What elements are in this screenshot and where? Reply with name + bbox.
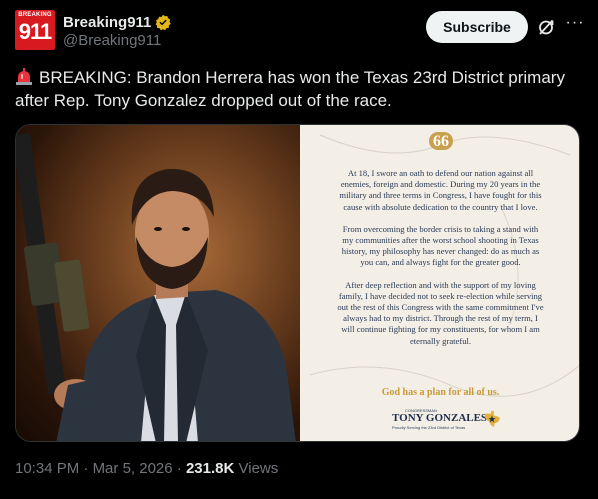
tweet-body: BREAKING: Brandon Herrera has won the Te… [15, 68, 565, 110]
texas-star-icon [484, 410, 501, 428]
letter-body: At 18, I swore an oath to defend our nat… [300, 168, 579, 358]
letter-line: my communities after the worst school sh… [342, 235, 539, 246]
siren-emoji-icon [16, 68, 32, 85]
letter-line: always had to my district. Through the r… [343, 313, 538, 324]
signature-name: TONY GONZALES [392, 412, 488, 424]
grok-icon[interactable] [536, 17, 556, 37]
tweet-header: BREAKING 911 Breaking911 @Breaking911 Su… [15, 10, 585, 50]
subscribe-button[interactable]: Subscribe [426, 11, 528, 43]
letter-line: At 18, I swore an oath to defend our nat… [347, 168, 534, 178]
statement-letter[interactable]: 66 At 18, I swore an oath to defend our … [300, 125, 579, 441]
handle[interactable]: @Breaking911 [63, 32, 161, 49]
letter-line: you can, and always fight for the greate… [360, 257, 521, 268]
letter-line: history, my philosophy has never changed… [341, 246, 540, 257]
letter-paragraph: At 18, I swore an oath to defend our nat… [300, 168, 579, 213]
views-label: Views [238, 460, 279, 477]
verified-badge-icon[interactable] [155, 14, 172, 30]
display-name[interactable]: Breaking911 [63, 14, 151, 31]
avatar-big-text: 911 [18, 19, 53, 44]
tweet-media[interactable]: 66 At 18, I swore an oath to defend our … [15, 124, 580, 442]
more-options-icon[interactable]: ··· [565, 15, 585, 36]
meta-separator: · [176, 460, 182, 477]
letter-line: From overcoming the border crisis to tak… [342, 223, 539, 234]
quote-icon: 66 [429, 132, 453, 150]
letter-line: enemies, foreign and domestic. During my… [340, 179, 541, 190]
tweet-text: BREAKING: Brandon Herrera has won the Te… [15, 66, 585, 112]
letter-motto: God has a plan for all of us. [381, 387, 500, 398]
signature-subtitle: Proudly Serving the 23rd District of Tex… [392, 425, 466, 430]
letter-line: out the rest of this Congress with the s… [337, 302, 544, 313]
meta-separator: · [83, 460, 89, 477]
letter-paragraph: After deep reflection and with the suppo… [300, 279, 579, 347]
candidate-photo-illustration [16, 133, 296, 441]
letter-paragraph: From overcoming the border crisis to tak… [300, 223, 579, 269]
tweet-meta: 10:34 PM · Mar 5, 2026 · 231.8K Views [15, 460, 278, 477]
views-count[interactable]: 231.8K [186, 460, 234, 477]
letter-line: After deep reflection and with the suppo… [345, 279, 536, 290]
avatar[interactable]: BREAKING 911 [15, 10, 55, 50]
letter-line: military and three terms in Congress, I … [339, 190, 542, 201]
letter-line: family, I have decided not to seek re-el… [338, 290, 543, 301]
avatar-small-text: BREAKING [18, 12, 52, 18]
letter-line: will continue fighting for my constituen… [341, 324, 540, 335]
candidate-photo[interactable] [16, 125, 300, 441]
letter-line: cause with absolute dedication to the co… [343, 201, 538, 212]
tweet-time[interactable]: 10:34 PM [15, 460, 79, 477]
name-row: Breaking911 [63, 12, 172, 32]
tweet-date[interactable]: Mar 5, 2026 [93, 460, 173, 477]
letter-line: eternally grateful. [409, 335, 472, 346]
